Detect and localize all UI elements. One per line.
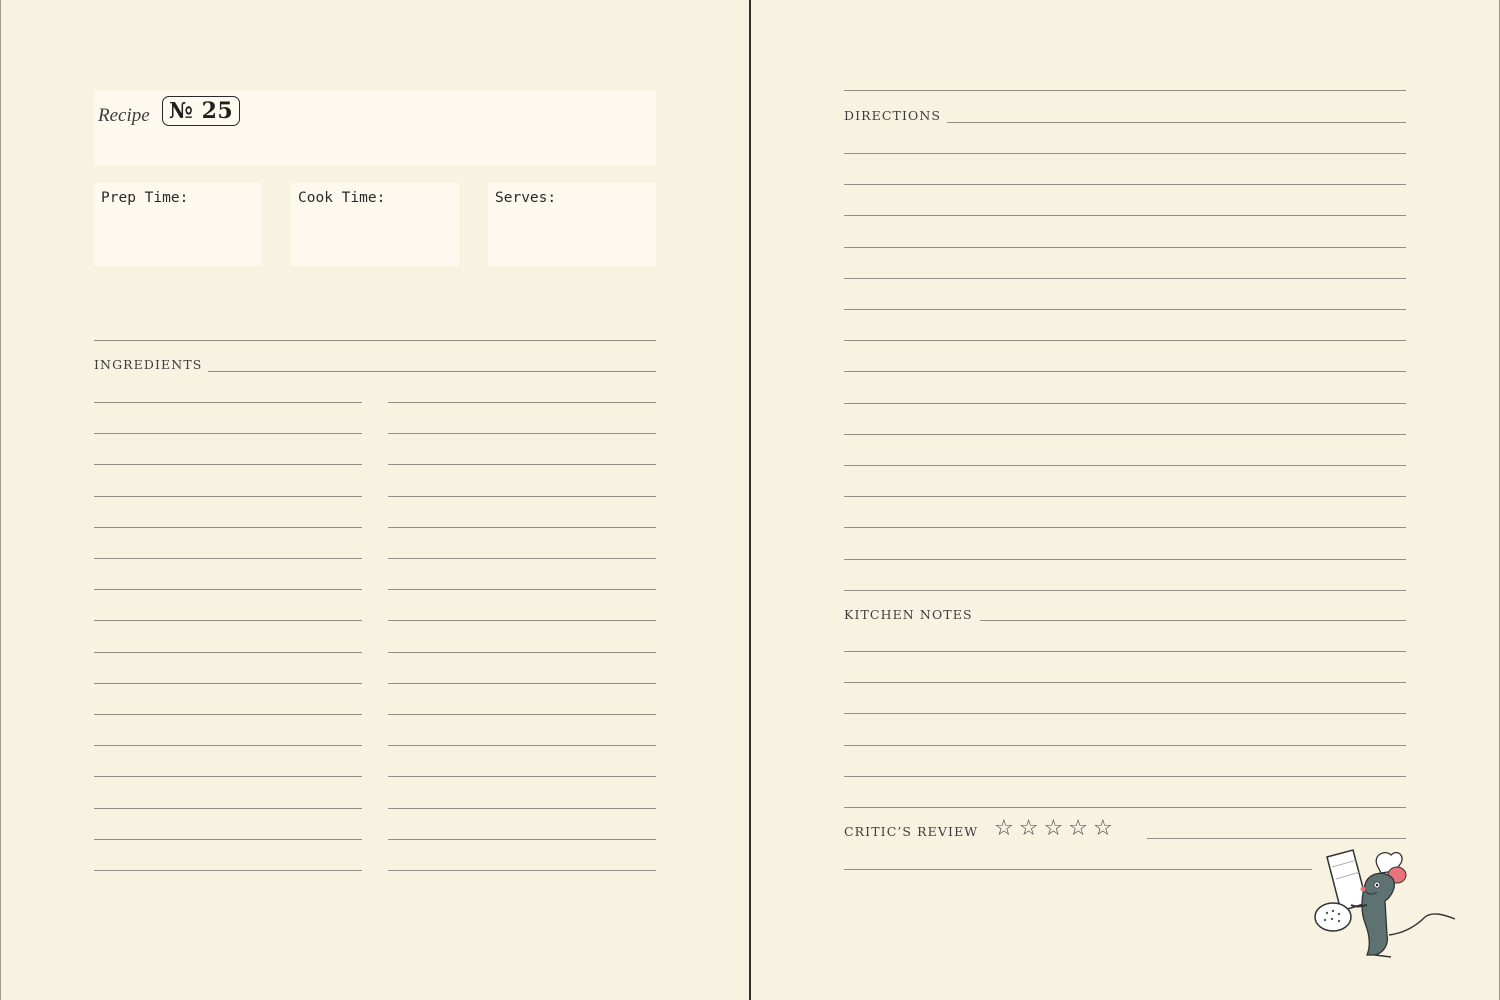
direction-line[interactable]: [844, 433, 1406, 435]
star-icon[interactable]: ☆: [1019, 816, 1044, 841]
ingredient-line-left[interactable]: [94, 526, 362, 528]
direction-line[interactable]: [844, 246, 1406, 248]
kitchen-note-line[interactable]: [844, 651, 1406, 652]
ingredient-line-right[interactable]: [388, 776, 656, 778]
ingredient-line-right[interactable]: [388, 558, 656, 559]
left-page: Recipe № 25 Prep Time: Cook Time: Serves…: [0, 0, 749, 1000]
ingredient-line-left[interactable]: [94, 589, 362, 591]
direction-line[interactable]: [844, 465, 1406, 466]
ingredient-line-left[interactable]: [94, 745, 362, 747]
direction-line[interactable]: [844, 215, 1406, 217]
ingredient-line-left[interactable]: [94, 838, 362, 840]
prep-time-label: Prep Time:: [101, 190, 189, 206]
direction-line[interactable]: [844, 558, 1406, 560]
ingredient-line-right[interactable]: [388, 620, 656, 622]
critics-review-heading: CRITIC’S REVIEW: [844, 824, 979, 839]
serves-label: Serves:: [495, 190, 557, 206]
direction-line[interactable]: [844, 309, 1406, 310]
ingredient-line-right[interactable]: [388, 714, 656, 715]
ingredient-line-left[interactable]: [94, 433, 362, 435]
direction-line[interactable]: [844, 153, 1406, 154]
ingredient-line-right[interactable]: [388, 870, 656, 871]
star-icon[interactable]: ☆: [1043, 816, 1068, 841]
ingredients-top-rule: [94, 340, 656, 341]
ingredient-line-right[interactable]: [388, 464, 656, 466]
direction-line[interactable]: [844, 371, 1406, 373]
kitchen-note-line[interactable]: [844, 682, 1406, 684]
directions-heading-rule[interactable]: [947, 122, 1406, 123]
ingredient-line-right[interactable]: [388, 682, 656, 684]
recipe-title-box[interactable]: Recipe № 25: [94, 90, 656, 166]
ingredient-line-left[interactable]: [94, 776, 362, 778]
ingredient-line-left[interactable]: [94, 870, 362, 871]
prep-time-field[interactable]: Prep Time:: [94, 183, 262, 266]
ingredient-line-left[interactable]: [94, 714, 362, 715]
ingredient-line-left[interactable]: [94, 402, 362, 403]
direction-line[interactable]: [844, 527, 1406, 529]
star-icon[interactable]: ☆: [1068, 816, 1093, 841]
review-line[interactable]: [844, 869, 1312, 870]
ingredient-line-right[interactable]: [388, 589, 656, 591]
kitchen-notes-heading: KITCHEN NOTES: [844, 607, 973, 622]
kitchen-note-line[interactable]: [844, 744, 1406, 746]
kitchen-note-line[interactable]: [844, 775, 1406, 777]
directions-heading: DIRECTIONS: [844, 108, 942, 123]
ingredient-line-right[interactable]: [388, 526, 656, 528]
ingredient-line-right[interactable]: [388, 651, 656, 653]
direction-line[interactable]: [844, 402, 1406, 404]
ingredients-heading: INGREDIENTS: [94, 357, 203, 372]
star-icon[interactable]: ☆: [1093, 816, 1118, 841]
direction-line[interactable]: [844, 277, 1406, 279]
critics-review-rule[interactable]: [1147, 838, 1406, 839]
kitchen-note-line[interactable]: [844, 713, 1406, 715]
kitchen-note-line[interactable]: [844, 807, 1406, 808]
recipe-number-badge: № 25: [162, 96, 241, 126]
ingredients-heading-rule[interactable]: [208, 371, 656, 372]
star-icon[interactable]: ☆: [994, 816, 1019, 841]
chef-rat-illustration: [1314, 849, 1456, 958]
ingredient-line-right[interactable]: [388, 807, 656, 809]
serves-field[interactable]: Serves:: [488, 183, 656, 266]
ingredient-line-right[interactable]: [388, 402, 656, 403]
direction-line[interactable]: [844, 496, 1406, 498]
ingredient-line-left[interactable]: [94, 495, 362, 497]
ingredient-line-left[interactable]: [94, 682, 362, 684]
ingredient-line-right[interactable]: [388, 838, 656, 840]
ingredient-line-left[interactable]: [94, 807, 362, 809]
direction-line[interactable]: [844, 589, 1406, 591]
ingredient-line-left[interactable]: [94, 620, 362, 622]
recipe-label: Recipe: [98, 105, 150, 126]
direction-line[interactable]: [844, 184, 1406, 186]
ingredient-line-left[interactable]: [94, 558, 362, 559]
rating-stars[interactable]: ☆☆☆☆☆: [994, 816, 1118, 841]
ingredient-line-left[interactable]: [94, 651, 362, 653]
directions-top-rule: [844, 90, 1406, 91]
cook-time-label: Cook Time:: [298, 190, 386, 206]
kitchen-notes-heading-rule[interactable]: [980, 620, 1406, 621]
ingredient-line-right[interactable]: [388, 433, 656, 435]
ingredient-line-right[interactable]: [388, 495, 656, 497]
left-page-edge: [0, 0, 1, 1000]
ingredient-line-left[interactable]: [94, 464, 362, 466]
ingredient-line-right[interactable]: [388, 745, 656, 747]
cook-time-field[interactable]: Cook Time:: [291, 183, 459, 266]
direction-line[interactable]: [844, 340, 1406, 342]
